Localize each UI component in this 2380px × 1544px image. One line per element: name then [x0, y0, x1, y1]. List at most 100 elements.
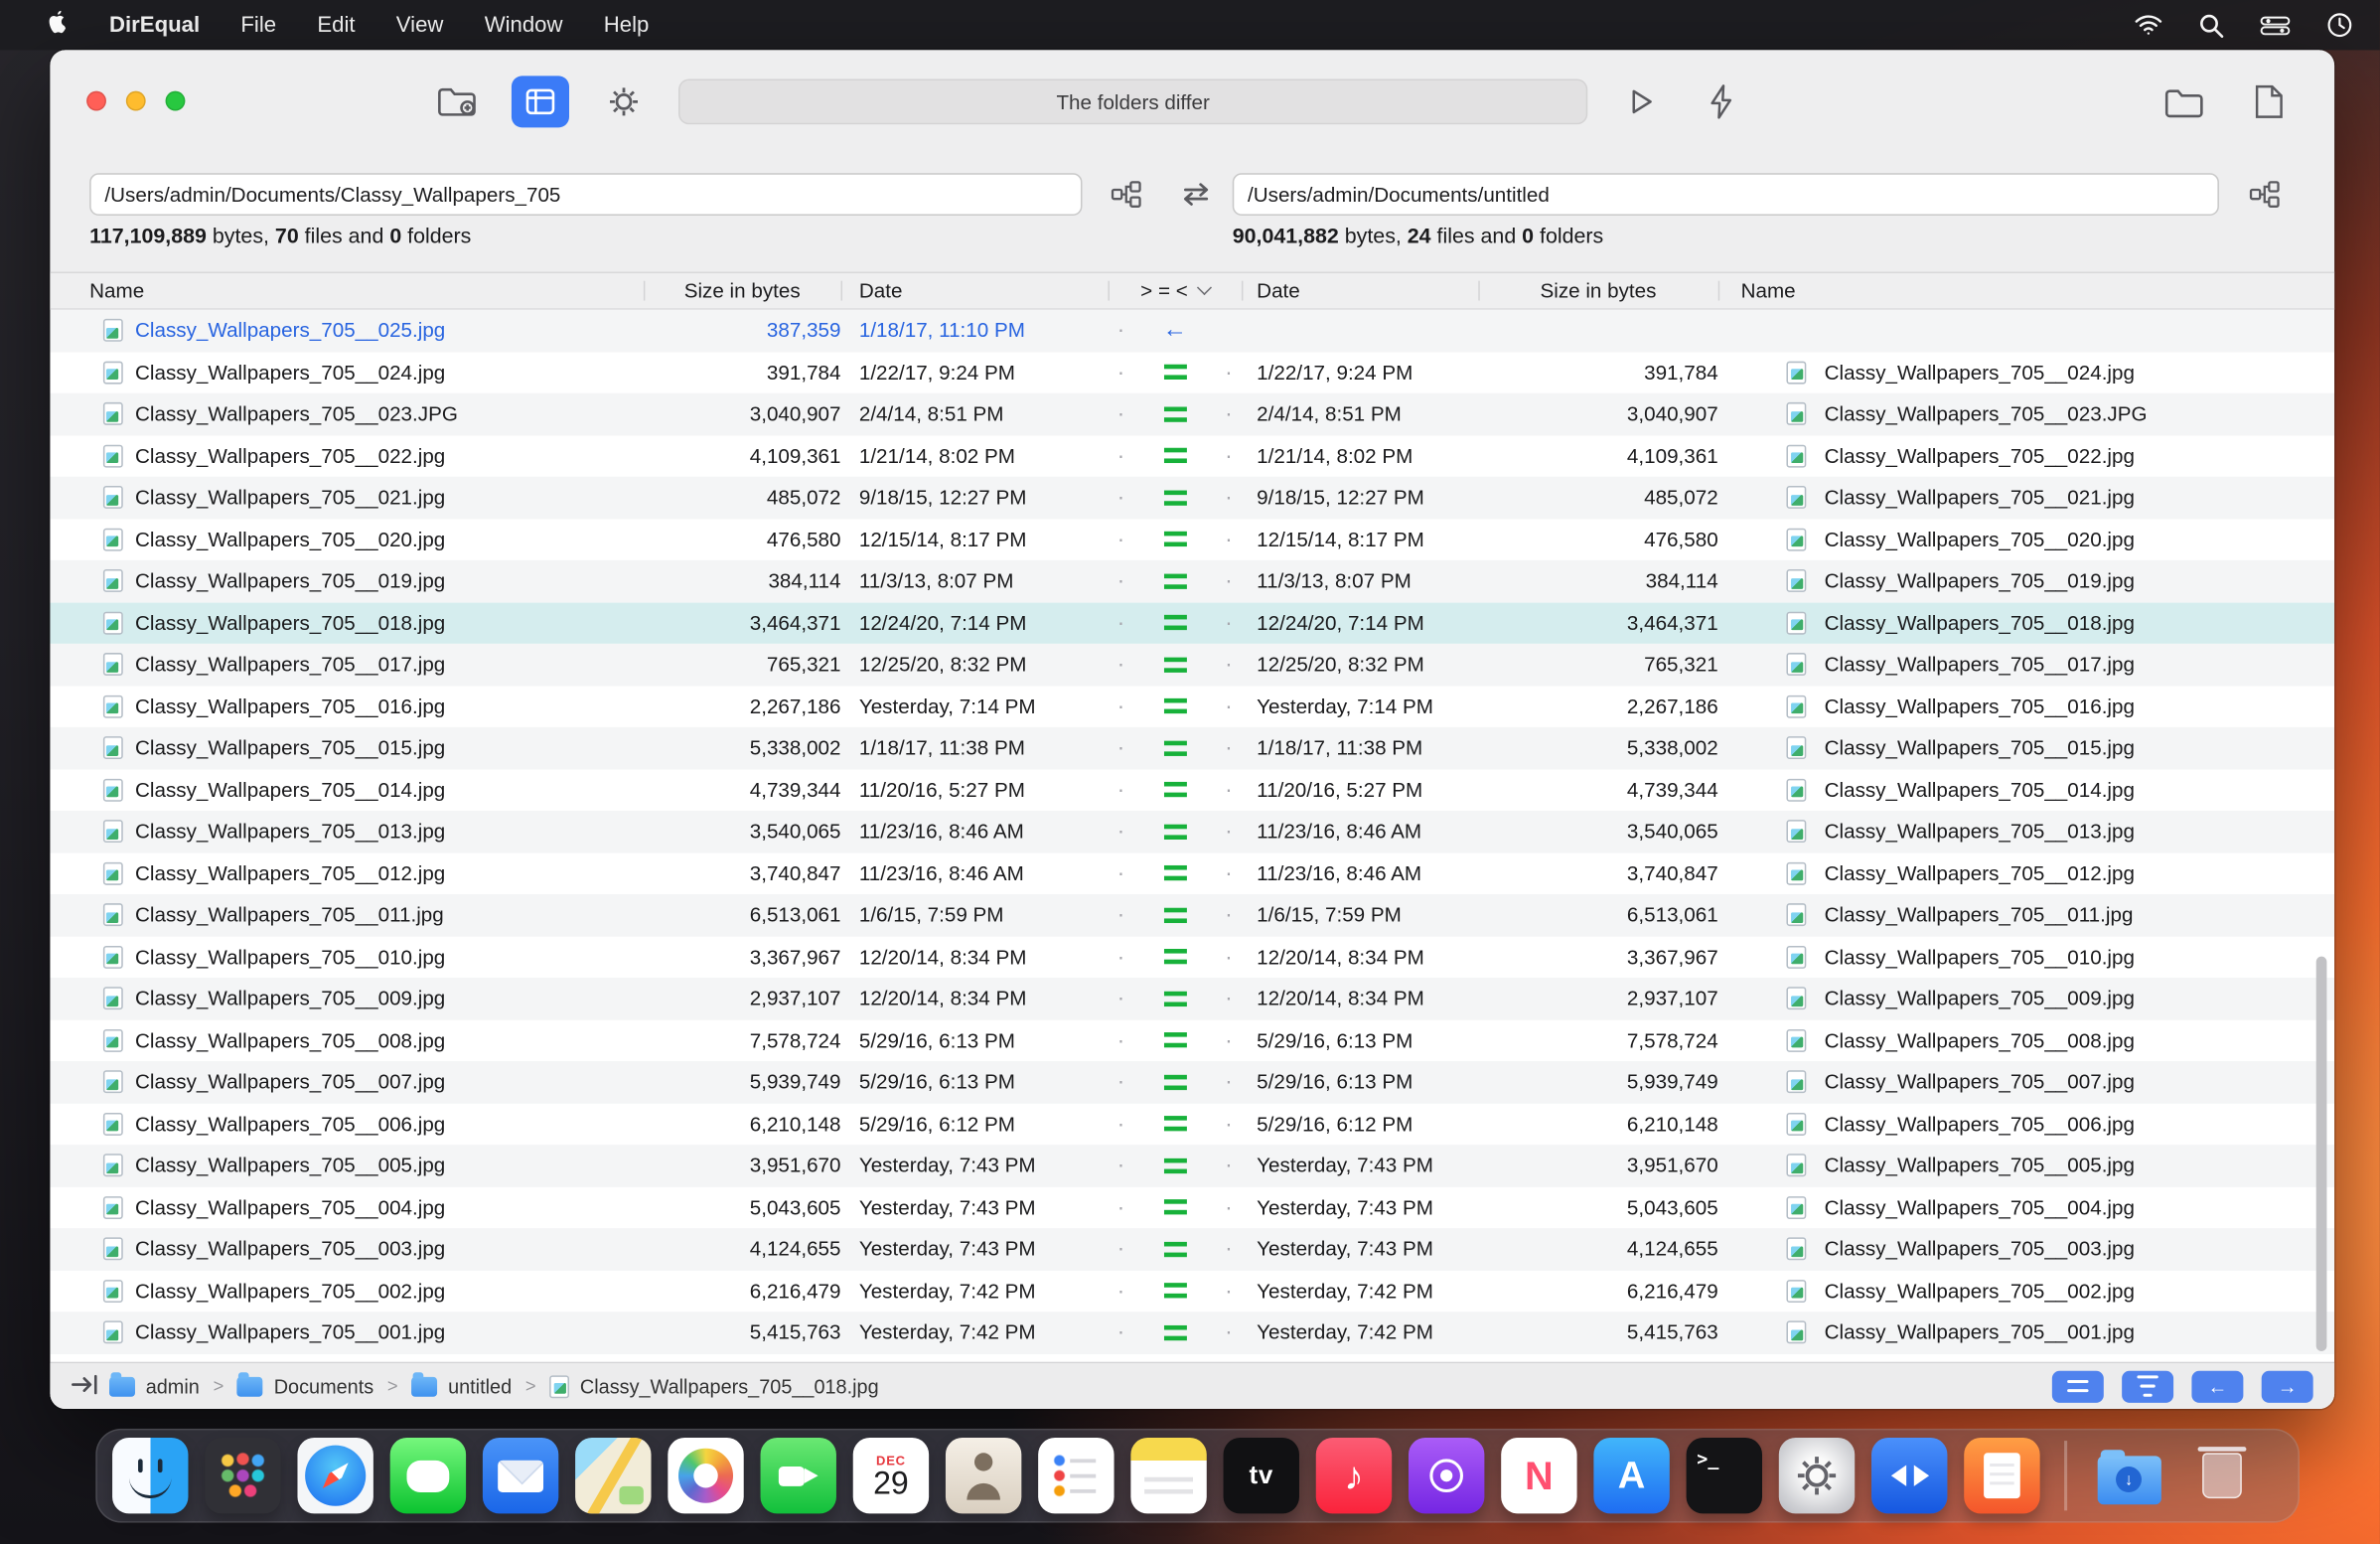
minimize-button[interactable] [125, 90, 146, 111]
menu-file[interactable]: File [240, 13, 276, 37]
settings-gear-icon[interactable] [607, 85, 641, 119]
search-icon[interactable] [2199, 13, 2224, 38]
header-left-size[interactable]: Size in bytes [644, 279, 841, 302]
dock-podcasts-icon[interactable] [1408, 1438, 1485, 1514]
dock-mail-icon[interactable] [482, 1438, 559, 1514]
swap-sides-button[interactable] [1173, 175, 1219, 215]
dock-facetime-icon[interactable] [760, 1438, 836, 1514]
table-row[interactable]: Classy_Wallpapers_705__007.jpg 5,939,749… [50, 1061, 2335, 1104]
left-file-size: 4,124,655 [749, 1237, 841, 1261]
dock-calendar-icon[interactable]: DEC 29 [852, 1438, 930, 1514]
auto-compare-bolt-button[interactable] [1708, 83, 1735, 120]
left-dot-icon: · [1116, 1236, 1125, 1263]
table-row[interactable]: Classy_Wallpapers_705__018.jpg 3,464,371… [50, 601, 2335, 644]
breadcrumb-documents[interactable]: Documents [274, 1375, 373, 1398]
file-icon [102, 653, 123, 677]
table-row[interactable]: Classy_Wallpapers_705__003.jpg 4,124,655… [50, 1228, 2335, 1271]
dock-reminders-icon[interactable] [1038, 1438, 1115, 1514]
menu-view[interactable]: View [396, 13, 444, 37]
header-left-date[interactable]: Date [841, 279, 1109, 302]
dock-trash-icon[interactable] [2183, 1438, 2259, 1513]
table-row[interactable]: Classy_Wallpapers_705__011.jpg 6,513,061… [50, 893, 2335, 937]
left-path-input[interactable] [89, 173, 1083, 216]
menu-help[interactable]: Help [604, 13, 650, 37]
right-file-date: 12/20/14, 8:34 PM [1257, 945, 1424, 969]
table-row[interactable]: Classy_Wallpapers_705__020.jpg 476,580 1… [50, 518, 2335, 560]
table-row[interactable]: Classy_Wallpapers_705__019.jpg 384,114 1… [50, 559, 2335, 602]
back-button[interactable]: ← [2191, 1370, 2244, 1403]
chevron-down-icon[interactable] [1196, 279, 1212, 296]
dock-finder-icon[interactable] [112, 1438, 189, 1514]
header-right-date[interactable]: Date [1242, 279, 1478, 302]
app-menu-title[interactable]: DirEqual [109, 13, 200, 37]
header-comparison[interactable]: > = < [1108, 279, 1241, 302]
dock-maps-icon[interactable] [575, 1438, 652, 1514]
vertical-scrollbar[interactable] [2315, 956, 2327, 1351]
right-path-input[interactable] [1232, 173, 2219, 216]
filter-button[interactable] [2122, 1370, 2174, 1403]
dock-appstore-icon[interactable]: A [1593, 1438, 1670, 1514]
table-row[interactable]: Classy_Wallpapers_705__022.jpg 4,109,361… [50, 434, 2335, 477]
open-folder-button[interactable] [2164, 86, 2205, 120]
table-row[interactable]: Classy_Wallpapers_705__006.jpg 6,210,148… [50, 1103, 2335, 1146]
dock-safari-icon[interactable] [297, 1438, 373, 1514]
left-file-date: Yesterday, 7:43 PM [858, 1237, 1036, 1261]
dock-messages-icon[interactable] [389, 1438, 467, 1514]
table-row[interactable]: Classy_Wallpapers_705__008.jpg 7,578,724… [50, 1019, 2335, 1062]
dock-direqual-icon[interactable] [1871, 1438, 1948, 1514]
dock-photos-icon[interactable] [668, 1438, 744, 1514]
table-row[interactable]: Classy_Wallpapers_705__024.jpg 391,784 1… [50, 351, 2335, 393]
right-file-date: Yesterday, 7:43 PM [1257, 1195, 1433, 1219]
table-row[interactable]: Classy_Wallpapers_705__014.jpg 4,739,344… [50, 768, 2335, 811]
left-file-name: Classy_Wallpapers_705__004.jpg [134, 1195, 446, 1219]
list-view-button[interactable] [2051, 1370, 2104, 1403]
table-row[interactable]: Classy_Wallpapers_705__001.jpg 5,415,763… [50, 1312, 2335, 1354]
menu-edit[interactable]: Edit [317, 13, 355, 37]
apple-menu-icon[interactable] [46, 10, 69, 40]
dock-music-icon[interactable]: ♪ [1315, 1438, 1393, 1514]
dock-system-preferences-icon[interactable] [1778, 1438, 1856, 1514]
close-button[interactable] [86, 90, 106, 111]
table-row[interactable]: Classy_Wallpapers_705__025.jpg 387,359 1… [50, 309, 2335, 352]
dock-notes-icon[interactable] [1130, 1438, 1207, 1514]
forward-button[interactable]: → [2261, 1370, 2313, 1403]
dock-books-icon[interactable] [1964, 1438, 2040, 1514]
breadcrumb-admin[interactable]: admin [146, 1375, 200, 1398]
wifi-icon[interactable] [2134, 14, 2162, 37]
header-right-size[interactable]: Size in bytes [1478, 279, 1717, 302]
table-row[interactable]: Classy_Wallpapers_705__021.jpg 485,072 9… [50, 476, 2335, 519]
clock-icon[interactable] [2326, 12, 2352, 38]
table-row[interactable]: Classy_Wallpapers_705__016.jpg 2,267,186… [50, 685, 2335, 727]
dock-news-icon[interactable]: N [1501, 1438, 1577, 1514]
table-row[interactable]: Classy_Wallpapers_705__012.jpg 3,740,847… [50, 851, 2335, 894]
control-center-icon[interactable] [2260, 15, 2291, 36]
header-right-name[interactable]: Name [1718, 279, 2310, 302]
breadcrumb-untitled[interactable]: untitled [448, 1375, 512, 1398]
run-compare-button[interactable] [1624, 85, 1658, 119]
table-row[interactable]: Classy_Wallpapers_705__013.jpg 3,540,065… [50, 810, 2335, 852]
table-row[interactable]: Classy_Wallpapers_705__002.jpg 6,216,479… [50, 1270, 2335, 1312]
compare-button[interactable] [511, 76, 569, 128]
table-row[interactable]: Classy_Wallpapers_705__004.jpg 5,043,605… [50, 1186, 2335, 1229]
header-left-name[interactable]: Name [89, 279, 644, 302]
dock-terminal-icon[interactable]: >_ [1686, 1438, 1763, 1514]
compare-folders-button[interactable] [437, 85, 478, 119]
zoom-button[interactable] [165, 90, 186, 111]
table-row[interactable]: Classy_Wallpapers_705__009.jpg 2,937,107… [50, 978, 2335, 1020]
menu-window[interactable]: Window [485, 13, 563, 37]
table-row[interactable]: Classy_Wallpapers_705__010.jpg 3,367,967… [50, 936, 2335, 979]
right-browse-tree-button[interactable] [2242, 175, 2288, 215]
table-row[interactable]: Classy_Wallpapers_705__017.jpg 765,321 1… [50, 643, 2335, 686]
dock-appletv-icon[interactable]: tv [1223, 1438, 1299, 1514]
left-browse-tree-button[interactable] [1104, 175, 1149, 215]
table-row[interactable]: Classy_Wallpapers_705__005.jpg 3,951,670… [50, 1145, 2335, 1187]
table-row[interactable]: Classy_Wallpapers_705__023.JPG 3,040,907… [50, 392, 2335, 435]
comparison-symbol-icon [1163, 1116, 1187, 1132]
table-row[interactable]: Classy_Wallpapers_705__015.jpg 5,338,002… [50, 726, 2335, 769]
open-file-button[interactable] [2254, 83, 2285, 120]
reveal-path-icon[interactable] [72, 1373, 99, 1399]
breadcrumb-selected-file[interactable]: Classy_Wallpapers_705__018.jpg [580, 1375, 879, 1398]
dock-downloads-icon[interactable]: ↓ [2091, 1438, 2166, 1513]
dock-launchpad-icon[interactable] [205, 1438, 281, 1514]
dock-contacts-icon[interactable] [945, 1438, 1022, 1514]
